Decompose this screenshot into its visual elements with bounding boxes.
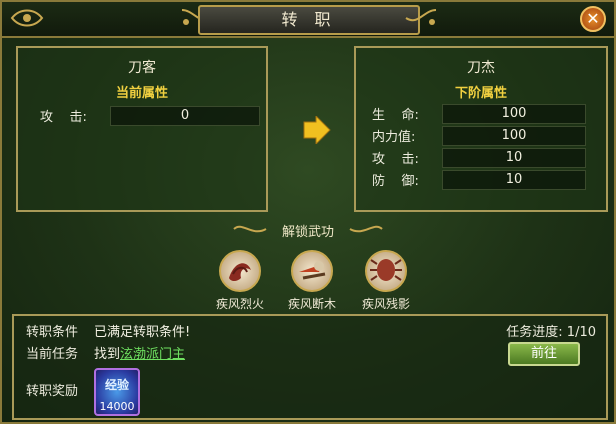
next-stat-row: 生 命: 100 [372, 104, 598, 124]
stat-value: 10 [442, 148, 586, 168]
blade-slash-icon [291, 250, 333, 292]
swirl-fire-icon [219, 250, 261, 292]
skill-name: 疾风烈火 [215, 297, 264, 311]
progress-value: 1/10 [566, 325, 596, 340]
unlock-skills-title: 解锁武功 [281, 225, 334, 240]
task-prefix: 找到 [94, 347, 121, 362]
stat-label: 防 御: [372, 174, 419, 189]
skill-name: 疾风残影 [361, 297, 410, 311]
close-icon: ✕ [586, 9, 600, 28]
stat-value: 100 [442, 104, 586, 124]
next-attributes-title: 下阶属性 [454, 86, 507, 101]
reward-item-count: 14000 [99, 400, 135, 413]
stat-label: 攻 击: [40, 110, 87, 125]
current-class-panel: 刀客 当前属性 攻 击: 0 [16, 46, 268, 212]
reward-item-exp[interactable]: 经验 14000 [94, 368, 140, 416]
next-stat-row: 防 御: 10 [372, 170, 598, 190]
condition-label: 转职条件 [26, 325, 79, 340]
task-value: 找到泫渤派门主 [94, 343, 185, 362]
skill-item[interactable]: 疾风烈火 [216, 250, 264, 312]
ornament-unlock-right-icon [349, 225, 383, 233]
stat-label: 内力值: [372, 130, 416, 145]
reward-item-text: 经验 [104, 378, 129, 392]
current-attributes-title: 当前属性 [115, 86, 168, 101]
arrow-right-icon [303, 116, 331, 144]
stat-label: 攻 击: [372, 152, 419, 167]
window-title: 转 职 [198, 5, 420, 35]
task-target-link[interactable]: 泫渤派门主 [120, 347, 185, 362]
ornament-left-icon [10, 9, 44, 27]
goto-button[interactable]: 前往 [508, 342, 580, 366]
title-bar: 转 职 ✕ [2, 2, 614, 38]
skill-item[interactable]: 疾风残影 [362, 250, 410, 312]
task-label: 当前任务 [26, 347, 79, 362]
stat-value: 10 [442, 170, 586, 190]
next-stat-row: 攻 击: 10 [372, 148, 598, 168]
close-button[interactable]: ✕ [580, 6, 606, 32]
progress-label: 任务进度: [506, 325, 563, 340]
ornament-title-right-icon [405, 9, 437, 25]
current-class-name: 刀客 [128, 60, 156, 76]
stat-label: 生 命: [372, 108, 419, 123]
next-class-panel: 刀杰 下阶属性 生 命: 100 内力值: 100 攻 击: 10 防 御: 1… [354, 46, 608, 212]
requirements-panel: 转职条件 已满足转职条件! 当前任务 找到泫渤派门主 任务进度: 1/10 前往… [12, 314, 608, 420]
shadow-bug-icon [365, 250, 407, 292]
job-change-window: 转 职 ✕ 刀客 当前属性 攻 击: 0 刀杰 下阶属性 生 命: 100 内力… [0, 0, 616, 424]
condition-value: 已满足转职条件! [94, 325, 191, 340]
task-progress: 任务进度: 1/10 [506, 321, 596, 340]
skill-name: 疾风断木 [287, 297, 336, 311]
current-stat-row: 攻 击: 0 [40, 106, 260, 126]
reward-label: 转职奖励 [26, 384, 79, 399]
stat-value: 100 [442, 126, 586, 146]
stat-value: 0 [110, 106, 260, 126]
skill-item[interactable]: 疾风断木 [288, 250, 336, 312]
next-class-name: 刀杰 [467, 60, 495, 76]
next-stat-row: 内力值: 100 [372, 126, 598, 146]
